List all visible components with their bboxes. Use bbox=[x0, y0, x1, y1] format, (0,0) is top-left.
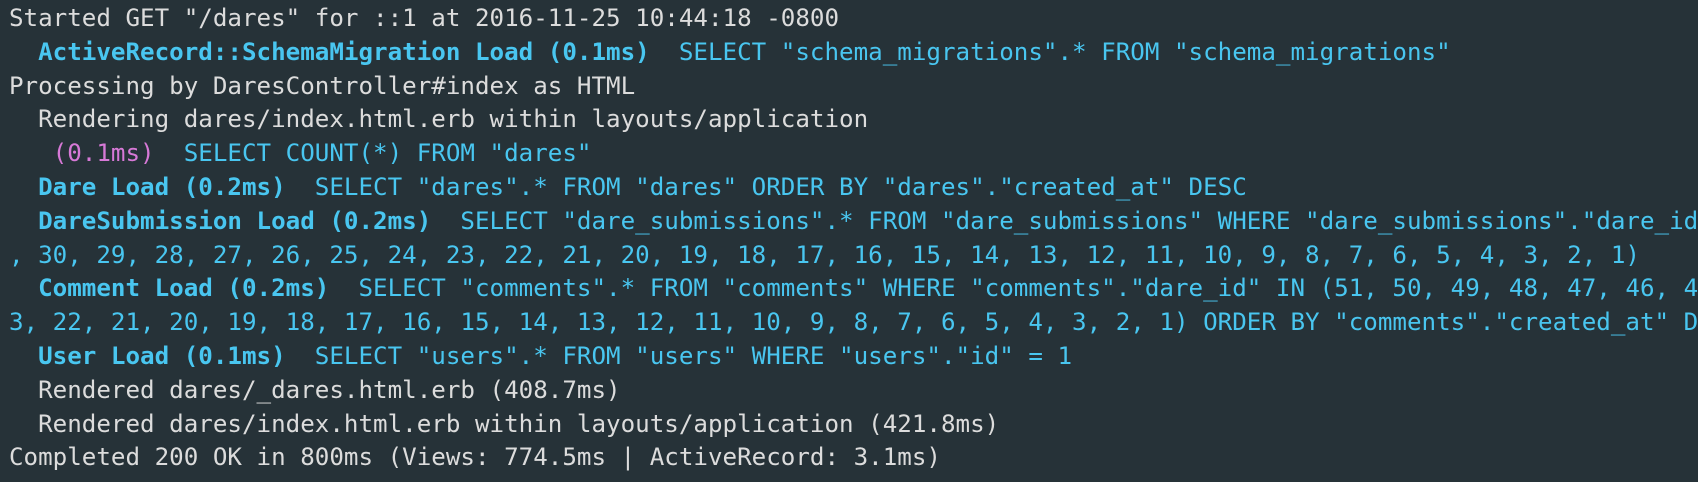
log-line: Rendered dares/_dares.html.erb (408.7ms) bbox=[0, 374, 1698, 408]
log-line: , 30, 29, 28, 27, 26, 25, 24, 23, 22, 21… bbox=[0, 239, 1698, 273]
log-segment: Rendered dares/_dares.html.erb (408.7ms) bbox=[9, 375, 621, 404]
log-line: Comment Load (0.2ms) SELECT "comments".*… bbox=[0, 272, 1698, 306]
log-segment: User Load (0.1ms) bbox=[9, 341, 286, 370]
log-segment: 3, 22, 21, 20, 19, 18, 17, 16, 15, 14, 1… bbox=[9, 308, 1698, 337]
log-line: Completed 200 OK in 800ms (Views: 774.5m… bbox=[0, 441, 1698, 475]
log-line: ActiveRecord::SchemaMigration Load (0.1m… bbox=[0, 36, 1698, 70]
log-segment: Started GET "/dares" for ::1 at 2016-11-… bbox=[9, 4, 840, 32]
log-line: Dare Load (0.2ms) SELECT "dares".* FROM … bbox=[0, 171, 1698, 205]
log-segment: SELECT "schema_migrations".* FROM "schem… bbox=[649, 37, 1451, 66]
log-segment: SELECT COUNT(*) FROM "dares" bbox=[154, 139, 592, 168]
log-line: DareSubmission Load (0.2ms) SELECT "dare… bbox=[0, 205, 1698, 239]
log-segment: SELECT "dares".* FROM "dares" ORDER BY "… bbox=[285, 172, 1247, 201]
log-line: (0.1ms) SELECT COUNT(*) FROM "dares" bbox=[0, 137, 1698, 171]
log-segment: ActiveRecord::SchemaMigration Load (0.1m… bbox=[9, 37, 650, 66]
log-segment: DareSubmission Load (0.2ms) bbox=[9, 206, 432, 235]
log-line: Processing by DaresController#index as H… bbox=[0, 70, 1698, 104]
log-line: Rendering dares/index.html.erb within la… bbox=[0, 103, 1698, 137]
log-segment: SELECT "comments".* FROM "comments" WHER… bbox=[329, 274, 1698, 303]
log-segment: Comment Load (0.2ms) bbox=[9, 274, 330, 303]
log-segment: Dare Load (0.2ms) bbox=[9, 172, 286, 201]
log-segment: SELECT "users".* FROM "users" WHERE "use… bbox=[285, 341, 1073, 370]
log-line: 3, 22, 21, 20, 19, 18, 17, 16, 15, 14, 1… bbox=[0, 306, 1698, 340]
log-segment: Completed 200 OK in 800ms (Views: 774.5m… bbox=[9, 443, 941, 472]
log-segment: (0.1ms) bbox=[9, 139, 155, 168]
log-line: User Load (0.1ms) SELECT "users".* FROM … bbox=[0, 340, 1698, 374]
log-segment: Rendering dares/index.html.erb within la… bbox=[9, 105, 869, 134]
log-segment: Processing by DaresController#index as H… bbox=[9, 71, 636, 100]
log-segment: SELECT "dare_submissions".* FROM "dare_s… bbox=[431, 206, 1698, 235]
log-line: Rendered dares/index.html.erb within lay… bbox=[0, 408, 1698, 442]
terminal-log-output[interactable]: Started GET "/dares" for ::1 at 2016-11-… bbox=[0, 0, 1698, 482]
log-segment: , 30, 29, 28, 27, 26, 25, 24, 23, 22, 21… bbox=[9, 240, 1640, 269]
log-segment: Rendered dares/index.html.erb within lay… bbox=[9, 409, 1000, 438]
log-line: Started GET "/dares" for ::1 at 2016-11-… bbox=[0, 2, 1698, 36]
